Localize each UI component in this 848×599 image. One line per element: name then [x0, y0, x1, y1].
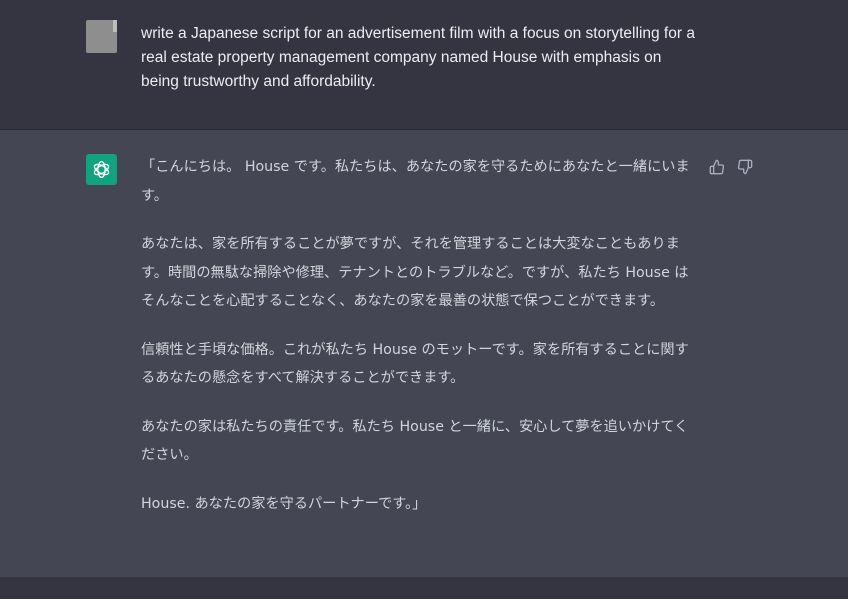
assistant-paragraph: あなたは、家を所有することが夢ですが、それを管理することは大変なこともあります。… — [141, 236, 689, 309]
thumbs-down-icon — [737, 159, 753, 175]
user-message-text: write a Japanese script for an advertise… — [141, 25, 695, 90]
assistant-message-row: 「こんにちは。 House です。私たちは、あなたの家を守るためにあなたと一緒に… — [0, 130, 848, 577]
user-message-row: write a Japanese script for an advertise… — [0, 0, 848, 130]
assistant-paragraph: あなたの家は私たちの責任です。私たち House と一緒に、安心して夢を追いかけ… — [141, 418, 689, 464]
openai-logo-icon — [86, 154, 117, 185]
user-avatar — [86, 20, 117, 53]
thumbs-down-button[interactable] — [736, 158, 754, 176]
bottom-bar — [0, 577, 848, 599]
assistant-paragraph: House. あなたの家を守るパートナーです。」 — [141, 495, 427, 512]
thumbs-up-button[interactable] — [708, 158, 726, 176]
assistant-paragraph: 「こんにちは。 House です。私たちは、あなたの家を守るためにあなたと一緒に… — [141, 159, 690, 204]
assistant-paragraph: 信頼性と手頃な価格。これが私たち House のモットーです。家を所有することに… — [141, 341, 689, 387]
thumbs-up-icon — [709, 159, 725, 175]
assistant-message-text: 「こんにちは。 House です。私たちは、あなたの家を守るためにあなたと一緒に… — [141, 153, 701, 538]
